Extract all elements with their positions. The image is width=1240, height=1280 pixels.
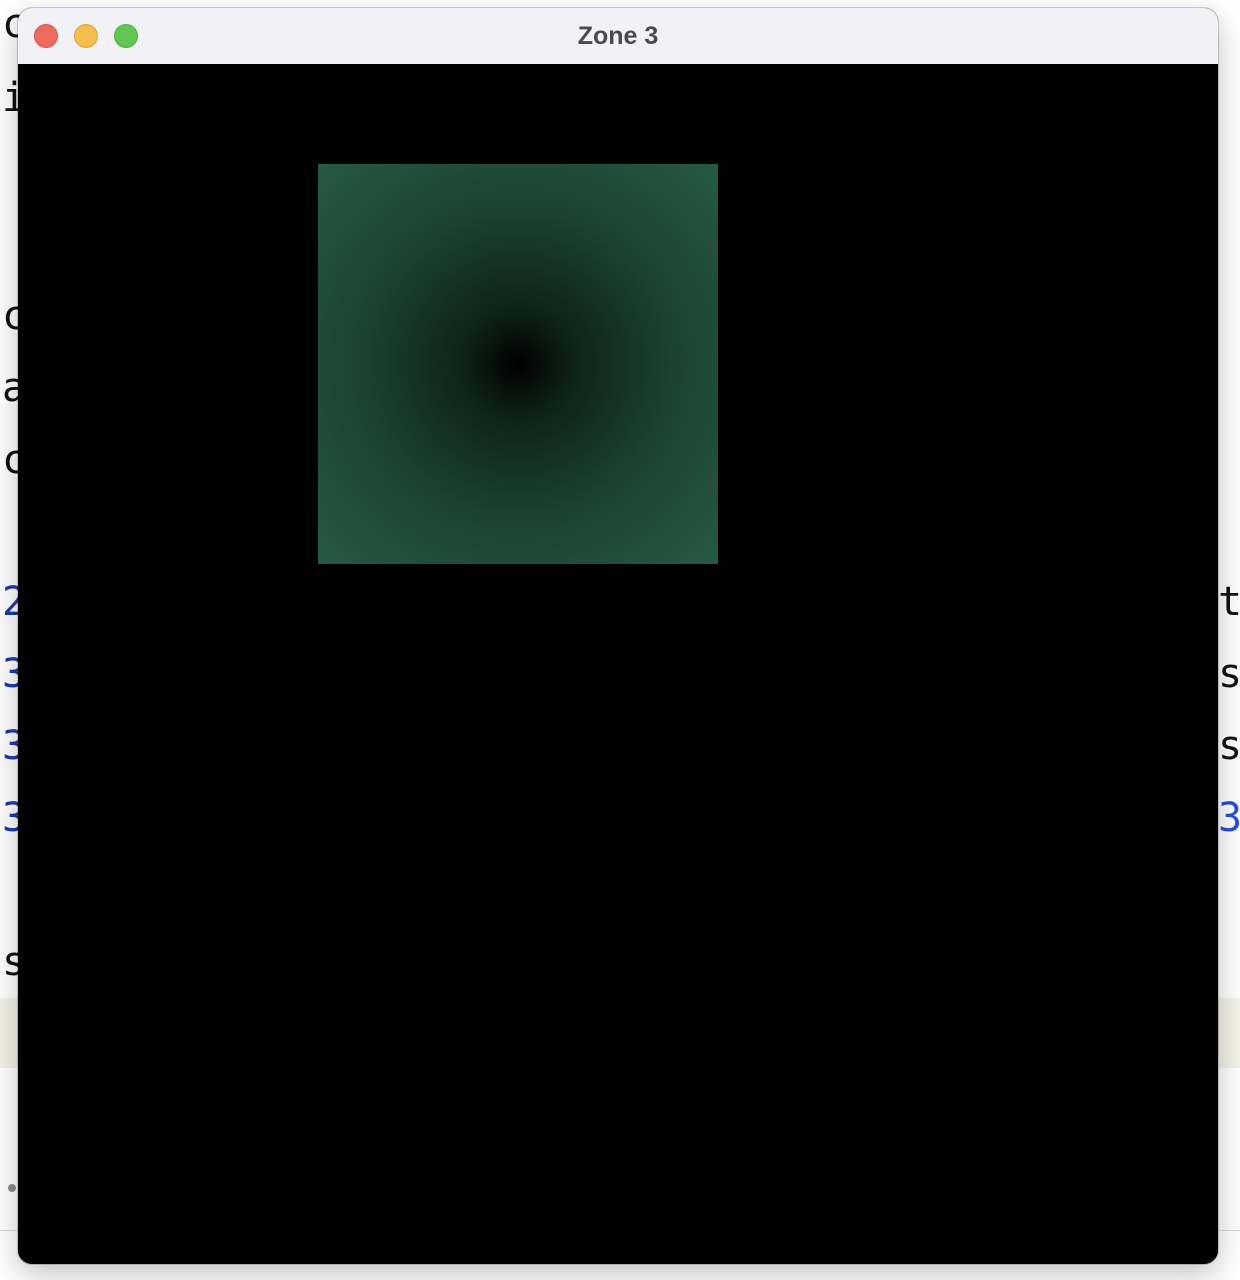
title-bar[interactable]: Zone 3 bbox=[18, 8, 1218, 65]
background-char: 3 bbox=[1218, 795, 1240, 841]
window-title: Zone 3 bbox=[577, 22, 659, 50]
background-dot bbox=[8, 1184, 16, 1192]
background-char: t bbox=[1218, 579, 1240, 625]
canvas-area[interactable] bbox=[18, 64, 1218, 1264]
background-char: s bbox=[1218, 651, 1240, 697]
close-icon[interactable] bbox=[34, 24, 58, 48]
minimize-icon[interactable] bbox=[74, 24, 98, 48]
app-window: Zone 3 bbox=[18, 8, 1218, 1264]
zoom-icon[interactable] bbox=[114, 24, 138, 48]
background-char: s bbox=[1218, 723, 1240, 769]
radial-gradient-square bbox=[318, 164, 718, 564]
